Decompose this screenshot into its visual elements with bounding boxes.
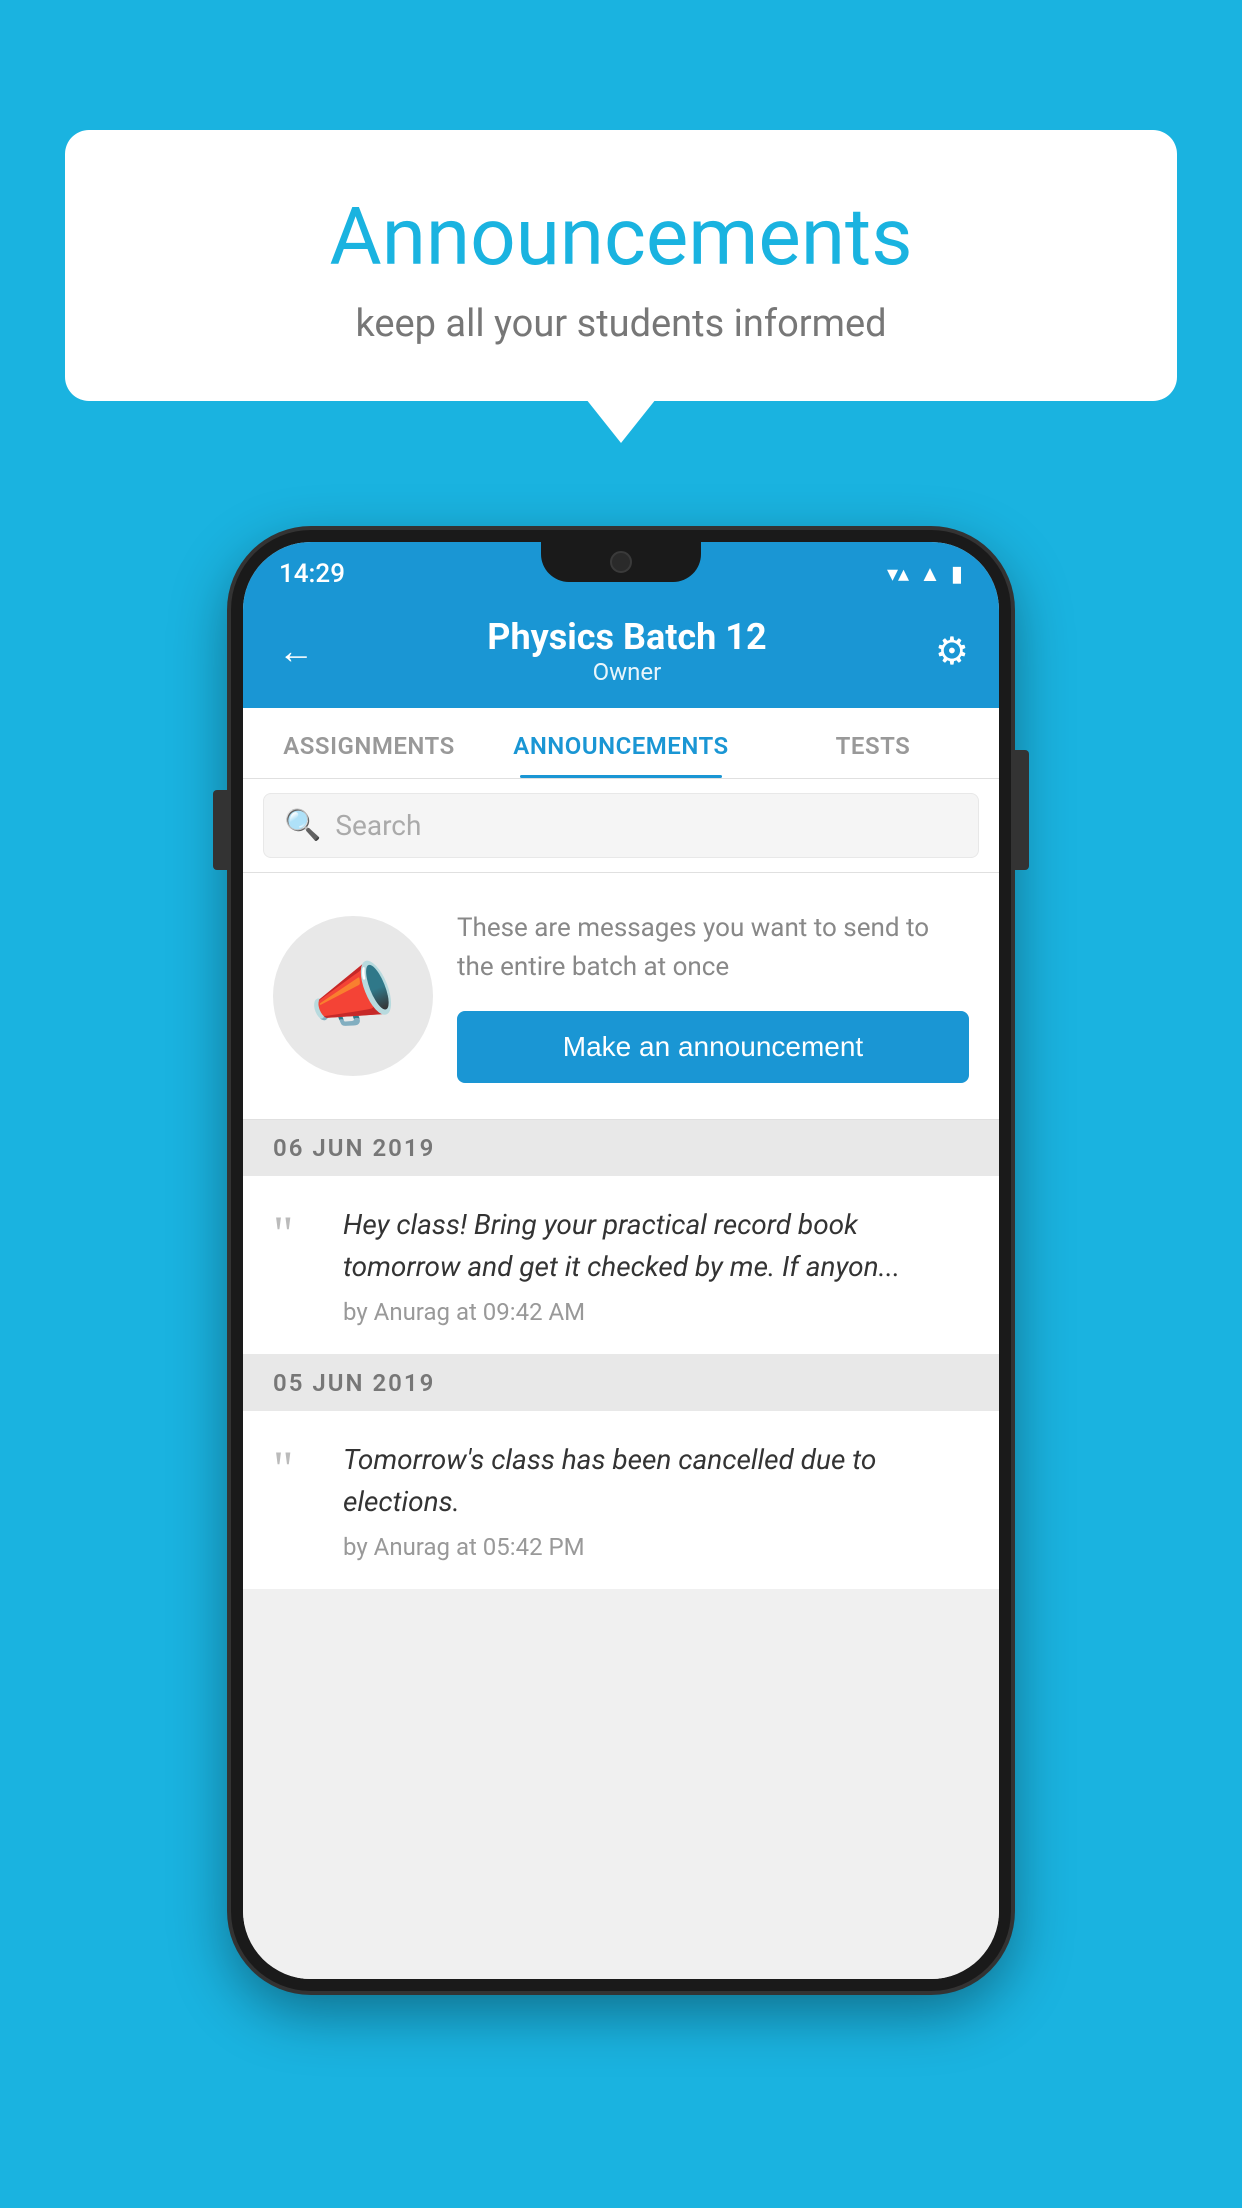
- screen-content: 🔍 Search 📣 These are messages you want t…: [243, 779, 999, 1979]
- promo-right: These are messages you want to send to t…: [457, 909, 969, 1083]
- search-bar[interactable]: 🔍 Search: [263, 793, 979, 858]
- date-separator-2: 05 JUN 2019: [243, 1355, 999, 1411]
- gear-icon[interactable]: ⚙: [935, 629, 969, 674]
- announcement-meta-2: by Anurag at 05:42 PM: [343, 1533, 969, 1561]
- speech-bubble: Announcements keep all your students inf…: [65, 130, 1177, 401]
- tabs-bar: ASSIGNMENTS ANNOUNCEMENTS TESTS: [243, 708, 999, 779]
- announcement-content-2: Tomorrow's class has been cancelled due …: [343, 1439, 969, 1561]
- date-separator-1: 06 JUN 2019: [243, 1120, 999, 1176]
- status-icons: ▾▴ ▲ ▮: [887, 561, 963, 587]
- promo-description: These are messages you want to send to t…: [457, 909, 969, 987]
- back-button[interactable]: ←: [273, 625, 319, 677]
- header-title: Physics Batch 12: [487, 616, 766, 658]
- megaphone-icon: 📣: [309, 955, 396, 1037]
- announcement-meta-1: by Anurag at 09:42 AM: [343, 1298, 969, 1326]
- phone-camera: [610, 551, 632, 573]
- app-header: ← Physics Batch 12 Owner ⚙: [243, 598, 999, 708]
- speech-bubble-subtitle: keep all your students informed: [115, 302, 1127, 346]
- header-subtitle: Owner: [487, 658, 766, 686]
- announcement-icon-circle: 📣: [273, 916, 433, 1076]
- announcement-item-1: " Hey class! Bring your practical record…: [243, 1176, 999, 1355]
- speech-bubble-container: Announcements keep all your students inf…: [65, 130, 1177, 401]
- tab-announcements[interactable]: ANNOUNCEMENTS: [495, 708, 747, 778]
- wifi-icon: ▾▴: [887, 562, 909, 587]
- promo-card: 📣 These are messages you want to send to…: [243, 873, 999, 1120]
- make-announcement-button[interactable]: Make an announcement: [457, 1011, 969, 1083]
- search-bar-wrap: 🔍 Search: [243, 779, 999, 873]
- announcement-item-2: " Tomorrow's class has been cancelled du…: [243, 1411, 999, 1589]
- search-placeholder-text: Search: [335, 809, 421, 842]
- signal-icon: ▲: [919, 561, 941, 587]
- quote-icon-2: ": [273, 1443, 323, 1493]
- tab-tests[interactable]: TESTS: [747, 708, 999, 778]
- phone-mockup: 14:29 ▾▴ ▲ ▮ ← Physics Batch 12 Owner ⚙ …: [231, 530, 1011, 1991]
- quote-icon-1: ": [273, 1208, 323, 1258]
- tab-assignments[interactable]: ASSIGNMENTS: [243, 708, 495, 778]
- speech-bubble-title: Announcements: [115, 190, 1127, 284]
- search-icon: 🔍: [284, 808, 321, 843]
- phone-notch: [541, 542, 701, 582]
- battery-icon: ▮: [951, 562, 963, 587]
- announcement-text-2: Tomorrow's class has been cancelled due …: [343, 1439, 969, 1523]
- header-center: Physics Batch 12 Owner: [487, 616, 766, 686]
- phone-screen: 14:29 ▾▴ ▲ ▮ ← Physics Batch 12 Owner ⚙ …: [243, 542, 999, 1979]
- phone-outer: 14:29 ▾▴ ▲ ▮ ← Physics Batch 12 Owner ⚙ …: [231, 530, 1011, 1991]
- announcement-content-1: Hey class! Bring your practical record b…: [343, 1204, 969, 1326]
- status-time: 14:29: [279, 559, 345, 589]
- announcement-text-1: Hey class! Bring your practical record b…: [343, 1204, 969, 1288]
